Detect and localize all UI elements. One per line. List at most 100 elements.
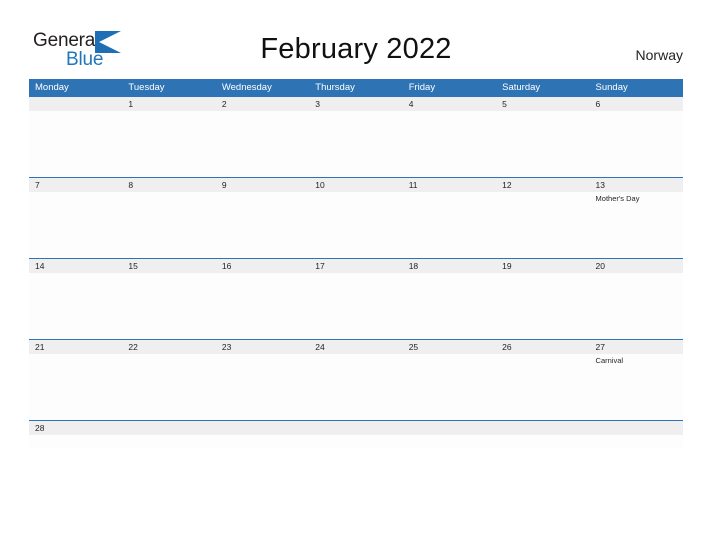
calendar-day-cell[interactable]: 20 (589, 259, 683, 339)
day-number: 1 (128, 99, 134, 109)
calendar-day-cell[interactable]: 19 (496, 259, 590, 339)
calendar-day-cell[interactable] (496, 421, 590, 448)
calendar-day-cell[interactable]: 8 (122, 178, 216, 258)
day-number: 9 (221, 180, 227, 190)
calendar-day-cell[interactable]: 23 (215, 340, 310, 420)
calendar-grid: Monday Tuesday Wednesday Thursday Friday… (29, 79, 683, 448)
day-events (216, 192, 309, 194)
day-number: 22 (128, 342, 138, 352)
calendar-day-cell[interactable]: 26 (496, 340, 590, 420)
day-number: 15 (128, 261, 138, 271)
day-number: 14 (35, 261, 45, 271)
day-events (496, 111, 589, 113)
day-events (122, 273, 215, 275)
day-event-label: Mother's Day (595, 194, 640, 203)
calendar-day-cell[interactable] (122, 421, 216, 448)
calendar-day-cell[interactable] (29, 97, 123, 177)
weekday-header-thursday: Thursday (315, 82, 355, 93)
day-number: 10 (315, 180, 325, 190)
day-events (122, 111, 215, 113)
day-events (403, 111, 496, 113)
weekday-header-saturday: Saturday (502, 82, 541, 93)
page-title: February 2022 (260, 33, 452, 65)
day-number: 17 (315, 261, 325, 271)
day-events (496, 273, 589, 275)
calendar-week-row: 7 8 9 10 11 12 13 Mother's Day (29, 177, 683, 258)
calendar-day-cell[interactable]: 2 (215, 97, 310, 177)
day-events (403, 192, 496, 194)
day-number: 25 (408, 342, 419, 352)
calendar-week-row: 1 2 3 4 5 6 (29, 96, 683, 177)
weekday-header-monday: Monday (35, 82, 69, 93)
calendar-day-cell[interactable]: 15 (122, 259, 216, 339)
calendar-week-row: 28 (29, 420, 683, 448)
weekday-header-friday: Friday (408, 82, 436, 93)
weekday-header-sunday: Sunday (595, 82, 628, 93)
calendar-day-cell[interactable]: 4 (402, 97, 497, 177)
day-events (29, 273, 122, 275)
day-number: 16 (221, 261, 232, 271)
day-events (309, 192, 402, 194)
day-events (403, 273, 496, 275)
calendar-day-cell[interactable]: 27 Carnival (589, 340, 683, 420)
calendar-day-cell[interactable]: 10 (309, 178, 403, 258)
day-events (29, 111, 122, 113)
calendar-day-cell[interactable]: 21 (29, 340, 123, 420)
day-number: 4 (408, 99, 414, 109)
day-number: 12 (502, 180, 512, 190)
calendar-day-cell[interactable]: 13 Mother's Day (589, 178, 683, 258)
day-events (309, 111, 402, 113)
calendar-day-cell[interactable]: 1 (122, 97, 216, 177)
calendar-day-cell[interactable]: 22 (122, 340, 216, 420)
day-events (403, 354, 496, 356)
calendar-day-cell[interactable] (589, 421, 683, 448)
calendar-day-cell[interactable]: 6 (589, 97, 683, 177)
calendar-day-cell[interactable]: 11 (402, 178, 497, 258)
day-number: 18 (408, 261, 419, 271)
day-events (216, 354, 309, 356)
weekday-header-wednesday: Wednesday (221, 82, 272, 93)
day-number: 11 (408, 180, 418, 190)
day-number: 27 (595, 342, 605, 352)
calendar-day-cell[interactable] (309, 421, 403, 448)
day-events (122, 192, 215, 194)
day-number: 19 (502, 261, 512, 271)
calendar-week-row: 21 22 23 24 25 26 27 Carnival (29, 339, 683, 420)
day-events (216, 273, 309, 275)
calendar-week-row: 14 15 16 17 18 19 20 (29, 258, 683, 339)
day-events (29, 354, 122, 356)
calendar-day-cell[interactable]: 14 (29, 259, 123, 339)
calendar-day-cell[interactable]: 25 (402, 340, 497, 420)
country-label: Norway (635, 47, 683, 63)
day-events (309, 273, 402, 275)
day-events (309, 354, 402, 356)
day-events (29, 192, 122, 194)
calendar-day-cell[interactable]: 16 (215, 259, 310, 339)
day-number: 6 (595, 99, 601, 109)
calendar-day-cell[interactable]: 5 (496, 97, 590, 177)
day-number: 28 (35, 423, 45, 433)
calendar-day-cell[interactable]: 24 (309, 340, 403, 420)
day-events: Mother's Day (590, 192, 683, 204)
calendar-day-cell[interactable]: 28 (29, 421, 123, 448)
day-number: 2 (221, 99, 227, 109)
day-number: 7 (35, 180, 40, 190)
calendar-day-cell[interactable]: 9 (215, 178, 310, 258)
calendar-day-cell[interactable] (402, 421, 497, 448)
calendar-day-cell[interactable]: 3 (309, 97, 403, 177)
day-events (496, 192, 589, 194)
day-events (496, 354, 589, 356)
day-events: Carnival (590, 354, 683, 366)
day-number: 26 (502, 342, 512, 352)
day-event-label: Carnival (595, 356, 624, 365)
day-number: 5 (502, 99, 507, 109)
day-number: 24 (315, 342, 325, 352)
day-events (590, 273, 683, 275)
weekday-header-row: Monday Tuesday Wednesday Thursday Friday… (29, 79, 683, 96)
calendar-day-cell[interactable]: 17 (309, 259, 403, 339)
day-number: 3 (315, 99, 320, 109)
calendar-day-cell[interactable]: 18 (402, 259, 497, 339)
calendar-day-cell[interactable]: 12 (496, 178, 590, 258)
calendar-day-cell[interactable]: 7 (29, 178, 123, 258)
calendar-day-cell[interactable] (215, 421, 310, 448)
